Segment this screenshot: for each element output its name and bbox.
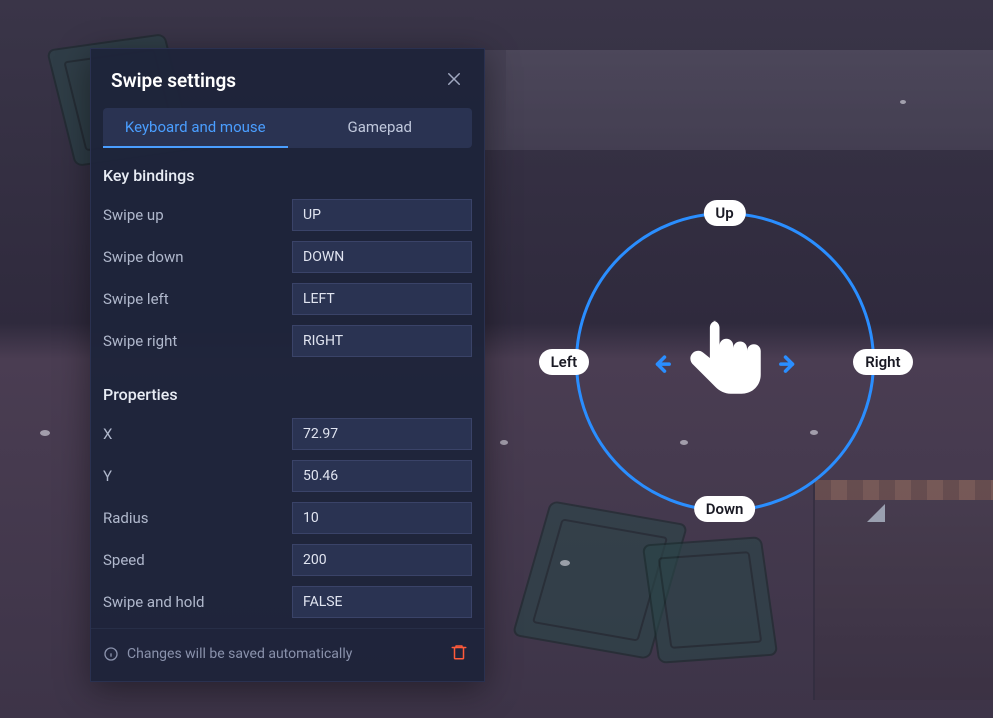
section-title-key-bindings: Key bindings	[103, 166, 472, 185]
input-swipe-and-hold[interactable]	[292, 586, 472, 618]
input-speed[interactable]	[292, 544, 472, 576]
field-swipe-and-hold: Swipe and hold	[103, 586, 472, 618]
snow-speck	[500, 440, 508, 445]
label-swipe-right: Swipe right	[103, 332, 292, 350]
field-swipe-down: Swipe down	[103, 241, 472, 273]
footer-note-text: Changes will be saved automatically	[127, 646, 352, 662]
field-radius: Radius	[103, 502, 472, 534]
direction-label-left[interactable]: Left	[539, 349, 590, 375]
label-swipe-left: Swipe left	[103, 290, 292, 308]
input-swipe-left[interactable]	[292, 283, 472, 315]
field-swipe-right: Swipe right	[103, 325, 472, 357]
dialog-title: Swipe settings	[111, 69, 236, 92]
input-swipe-right[interactable]	[292, 325, 472, 357]
dialog-footer: Changes will be saved automatically	[91, 628, 484, 681]
field-y: Y	[103, 460, 472, 492]
swipe-hand-group[interactable]	[647, 312, 803, 416]
close-icon	[445, 70, 463, 92]
field-x: X	[103, 418, 472, 450]
tab-gamepad[interactable]: Gamepad	[288, 108, 473, 148]
field-swipe-up: Swipe up	[103, 199, 472, 231]
label-y: Y	[103, 467, 292, 485]
arrow-left-icon	[647, 350, 675, 378]
label-swipe-down: Swipe down	[103, 248, 292, 266]
swipe-overlay[interactable]: Up Down Left Right	[565, 202, 885, 522]
trash-icon	[450, 643, 468, 665]
label-swipe-and-hold: Swipe and hold	[103, 593, 292, 611]
info-icon	[103, 646, 119, 662]
field-speed: Speed	[103, 544, 472, 576]
delete-button[interactable]	[450, 643, 468, 665]
footer-note: Changes will be saved automatically	[103, 646, 352, 662]
snow-speck	[560, 560, 570, 566]
properties-section: Properties X Y Radius Speed Swipe and ho…	[91, 367, 484, 618]
label-swipe-up: Swipe up	[103, 206, 292, 224]
tab-keyboard-and-mouse[interactable]: Keyboard and mouse	[103, 108, 288, 148]
input-radius[interactable]	[292, 502, 472, 534]
section-title-properties: Properties	[103, 385, 472, 404]
input-swipe-up[interactable]	[292, 199, 472, 231]
swipe-settings-dialog: Swipe settings Keyboard and mouse Gamepa…	[90, 48, 485, 682]
key-bindings-section: Key bindings Swipe up Swipe down Swipe l…	[91, 148, 484, 357]
direction-label-up[interactable]: Up	[703, 200, 745, 226]
label-x: X	[103, 425, 292, 443]
direction-label-right[interactable]: Right	[853, 349, 912, 375]
label-speed: Speed	[103, 551, 292, 569]
resize-handle[interactable]	[867, 504, 885, 522]
input-swipe-down[interactable]	[292, 241, 472, 273]
label-radius: Radius	[103, 509, 292, 527]
hand-pointer-icon	[681, 312, 769, 416]
input-x[interactable]	[292, 418, 472, 450]
snow-speck	[900, 100, 906, 104]
arrow-right-icon	[775, 350, 803, 378]
game-crate	[642, 536, 778, 663]
tabs: Keyboard and mouse Gamepad	[103, 108, 472, 148]
dialog-header: Swipe settings	[91, 49, 484, 108]
snow-speck	[40, 430, 50, 436]
field-swipe-left: Swipe left	[103, 283, 472, 315]
direction-label-down[interactable]: Down	[694, 496, 756, 522]
close-button[interactable]	[444, 71, 464, 91]
input-y[interactable]	[292, 460, 472, 492]
